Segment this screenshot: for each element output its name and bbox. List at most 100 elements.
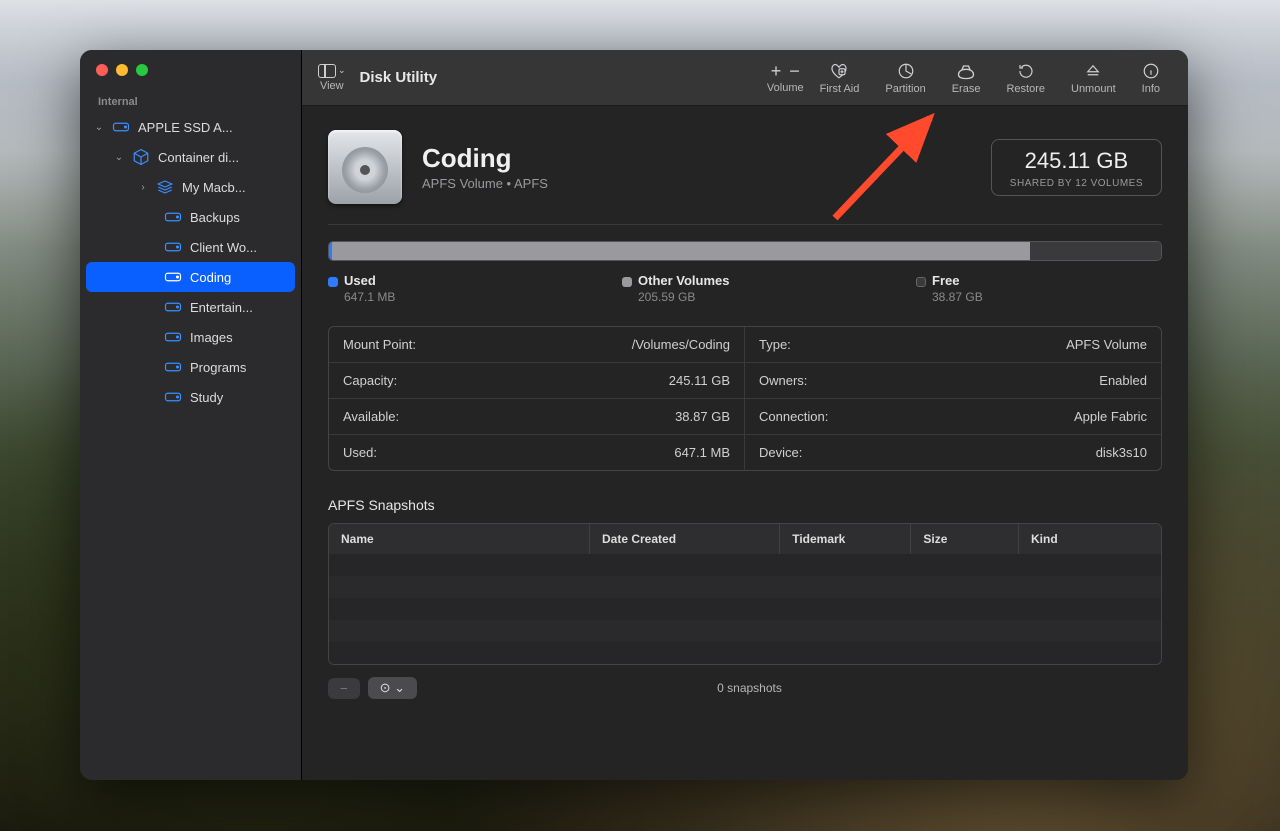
info-cell: Device:disk3s10 xyxy=(745,435,1161,470)
legend-other: Other Volumes 205.59 GB xyxy=(622,273,868,304)
legend-free: Free 38.87 GB xyxy=(916,273,1162,304)
disk-utility-window: Internal ⌄ APPLE SSD A... ⌄ Container di...… xyxy=(80,50,1188,780)
snapshot-remove-button[interactable]: − xyxy=(328,678,360,699)
sidebar-item-my-macb-[interactable]: › My Macb... xyxy=(86,172,295,202)
sidebar-item-label: APPLE SSD A... xyxy=(138,120,287,135)
usage-bar xyxy=(328,241,1162,261)
disk-icon xyxy=(112,120,130,134)
sidebar-item-label: Container di... xyxy=(158,150,287,165)
sidebar-item-label: Images xyxy=(190,330,287,345)
first-aid-icon xyxy=(830,61,848,81)
unmount-icon xyxy=(1084,61,1102,81)
stack-icon xyxy=(156,180,174,194)
info-cell: Connection:Apple Fabric xyxy=(745,399,1161,435)
info-cell: Type: APFS Volume xyxy=(745,327,1161,363)
restore-button[interactable]: Restore xyxy=(996,61,1055,95)
col-size[interactable]: Size xyxy=(911,524,1019,554)
unmount-button[interactable]: Unmount xyxy=(1061,61,1126,95)
usage-free-segment xyxy=(1030,242,1161,260)
info-value: /Volumes/Coding xyxy=(632,337,730,352)
info-cell: Owners: Enabled xyxy=(745,363,1161,399)
chevron-icon[interactable]: › xyxy=(138,182,148,193)
info-key: Used: xyxy=(343,445,377,460)
snapshots-header: Name Date Created Tidemark Size Kind xyxy=(329,524,1161,554)
sidebar-item-label: Backups xyxy=(190,210,287,225)
info-cell: Available: 38.87 GB xyxy=(329,399,745,435)
window-controls xyxy=(80,50,301,84)
legend-used: Used 647.1 MB xyxy=(328,273,574,304)
shared-by-label: SHARED BY 12 VOLUMES xyxy=(1010,178,1143,189)
snapshots-table: Name Date Created Tidemark Size Kind xyxy=(328,523,1162,665)
close-button[interactable] xyxy=(96,64,108,76)
sidebar-item-images[interactable]: Images xyxy=(86,322,295,352)
col-tidemark[interactable]: Tidemark xyxy=(780,524,911,554)
erase-button[interactable]: Erase xyxy=(942,61,991,95)
snapshot-more-button[interactable]: ⊙ ⌄ xyxy=(368,677,417,699)
partition-icon xyxy=(897,61,915,81)
view-button[interactable]: ⌄ View xyxy=(318,64,346,92)
usage-other-segment xyxy=(332,242,1029,260)
sidebar-item-backups[interactable]: Backups xyxy=(86,202,295,232)
info-value: Apple Fabric xyxy=(1074,409,1147,424)
info-key: Capacity: xyxy=(343,373,397,388)
plus-icon[interactable]: + xyxy=(768,61,785,82)
info-key: Mount Point: xyxy=(343,337,416,352)
info-value: Enabled xyxy=(1099,373,1147,388)
sidebar-tree: ⌄ APPLE SSD A... ⌄ Container di... › My Macb.… xyxy=(80,112,301,432)
info-value: 38.87 GB xyxy=(675,409,730,424)
minus-icon[interactable]: − xyxy=(786,61,803,82)
col-date-created[interactable]: Date Created xyxy=(590,524,780,554)
col-kind[interactable]: Kind xyxy=(1019,524,1161,554)
sidebar-item-label: Client Wo... xyxy=(190,240,287,255)
info-key: Owners: xyxy=(759,373,807,388)
container-icon xyxy=(132,150,150,164)
sidebar-section-label: Internal xyxy=(80,84,301,112)
size-badge: 245.11 GB SHARED BY 12 VOLUMES xyxy=(991,139,1162,196)
volume-name: Coding xyxy=(422,143,548,174)
sidebar-item-apple-ssd-a-[interactable]: ⌄ APPLE SSD A... xyxy=(86,112,295,142)
minimize-button[interactable] xyxy=(116,64,128,76)
sidebar-item-label: Entertain... xyxy=(190,300,287,315)
snapshot-count: 0 snapshots xyxy=(425,681,1074,695)
sidebar-item-study[interactable]: Study xyxy=(86,382,295,412)
total-size: 245.11 GB xyxy=(1010,148,1143,174)
sidebar-item-entertain-[interactable]: Entertain... xyxy=(86,292,295,322)
snapshots-title: APFS Snapshots xyxy=(328,497,1162,513)
restore-icon xyxy=(1017,61,1035,81)
volume-icon xyxy=(164,300,182,314)
first-aid-button[interactable]: First Aid xyxy=(810,61,870,95)
info-key: Type: xyxy=(759,337,791,352)
info-icon xyxy=(1142,61,1160,81)
sidebar-item-programs[interactable]: Programs xyxy=(86,352,295,382)
sidebar-item-label: Programs xyxy=(190,360,287,375)
volume-icon xyxy=(164,330,182,344)
disk-icon xyxy=(328,130,402,204)
info-value: APFS Volume xyxy=(1066,337,1147,352)
info-value: 245.11 GB xyxy=(669,373,730,388)
zoom-button[interactable] xyxy=(136,64,148,76)
sidebar-item-label: Study xyxy=(190,390,287,405)
snapshots-body xyxy=(329,554,1161,664)
sidebar-item-client-wo-[interactable]: Client Wo... xyxy=(86,232,295,262)
volume-icon xyxy=(164,390,182,404)
chevron-icon[interactable]: ⌄ xyxy=(114,152,124,163)
volume-title-block: Coding APFS Volume • APFS xyxy=(422,143,548,191)
sidebar-item-label: My Macb... xyxy=(182,180,287,195)
partition-button[interactable]: Partition xyxy=(875,61,935,95)
chevron-icon[interactable]: ⌄ xyxy=(94,122,104,133)
volume-buttons[interactable]: +− Volume xyxy=(767,62,804,94)
info-button[interactable]: Info xyxy=(1132,61,1170,95)
sidebar-item-label: Coding xyxy=(190,270,287,285)
col-name[interactable]: Name xyxy=(329,524,590,554)
sidebar-item-coding[interactable]: Coding xyxy=(86,262,295,292)
usage-legend: Used 647.1 MB Other Volumes 205.59 GB Fr… xyxy=(328,273,1162,304)
sidebar-item-container-di-[interactable]: ⌄ Container di... xyxy=(86,142,295,172)
info-cell: Capacity: 245.11 GB xyxy=(329,363,745,399)
volume-icon xyxy=(164,360,182,374)
info-key: Available: xyxy=(343,409,399,424)
main-panel: ⌄ View Disk Utility +− Volume First Aid … xyxy=(302,50,1188,780)
info-key: Device: xyxy=(759,445,802,460)
erase-icon xyxy=(956,61,976,81)
info-cell: Mount Point: /Volumes/Coding xyxy=(329,327,745,363)
content-area: Coding APFS Volume • APFS 245.11 GB SHAR… xyxy=(302,106,1188,780)
